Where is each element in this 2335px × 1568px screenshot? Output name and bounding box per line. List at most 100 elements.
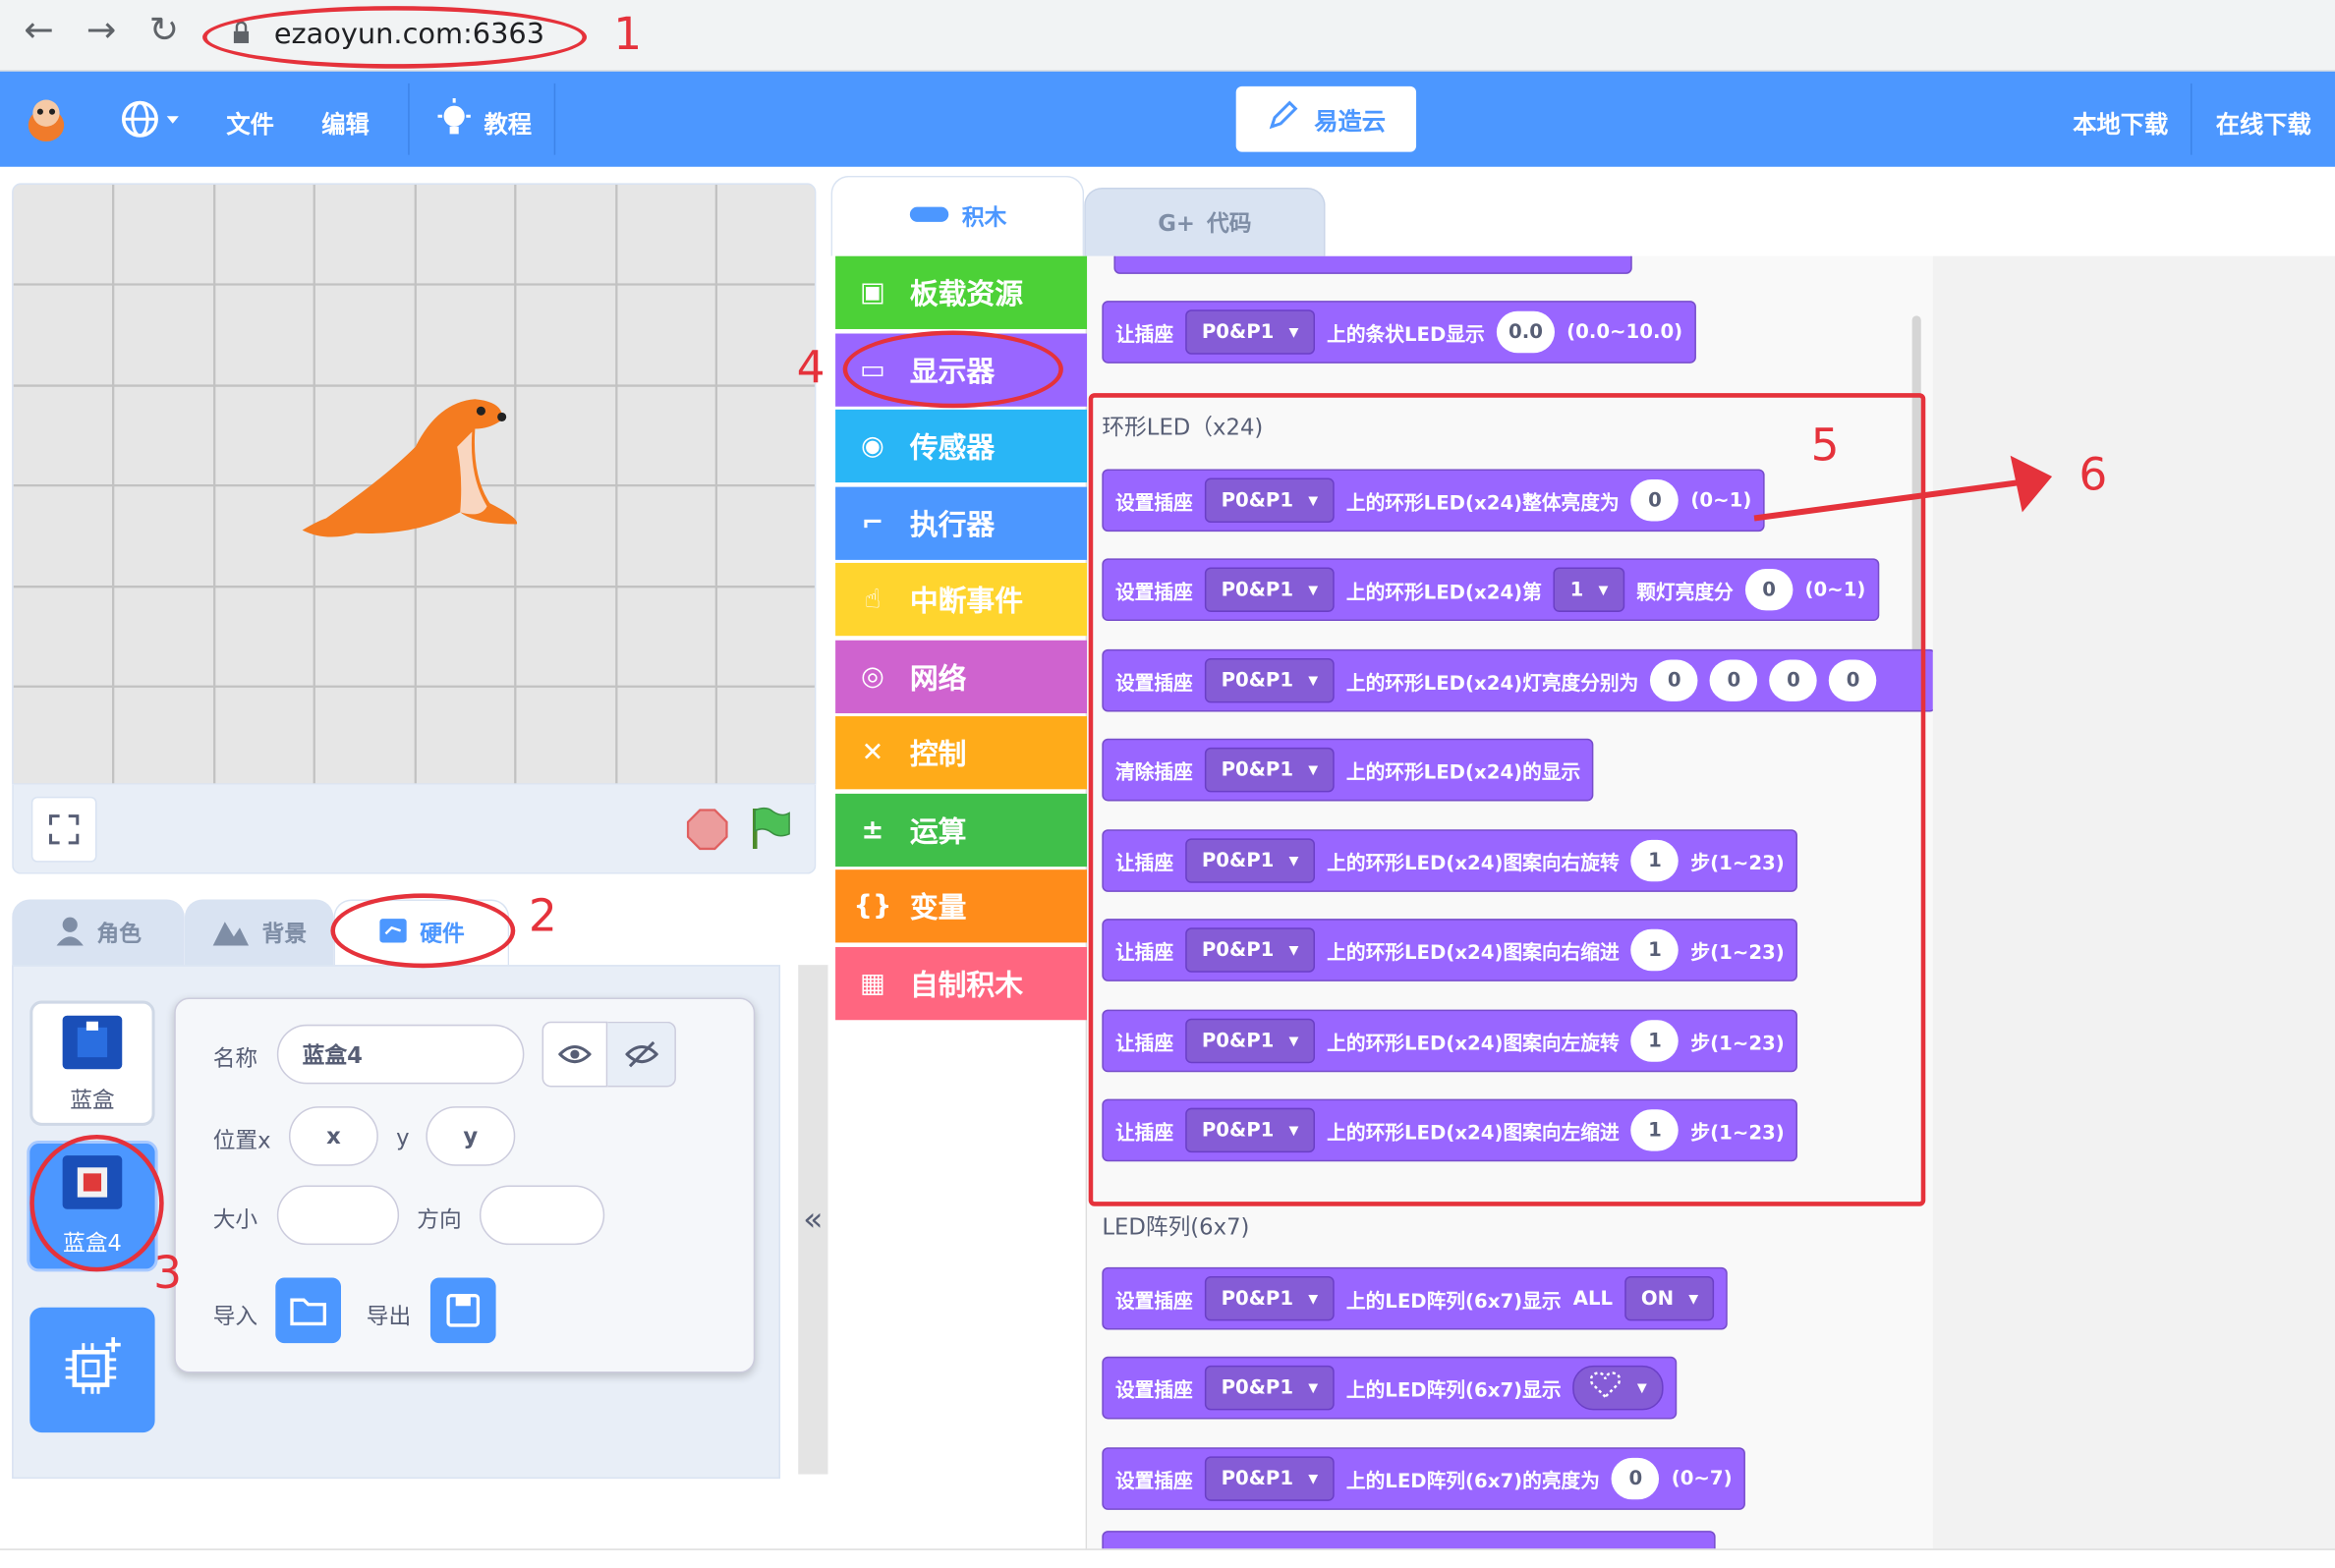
menu-file[interactable]: 文件 xyxy=(226,104,274,140)
reload-icon[interactable]: ↻ xyxy=(149,9,179,50)
block-text: 上的LED阵列(6x7)显示 xyxy=(1345,1290,1562,1314)
collapse-handle[interactable]: « xyxy=(798,965,828,1475)
tab-backdrops-label: 背景 xyxy=(261,920,308,947)
category-item[interactable]: ◉ 传感器 xyxy=(835,409,1088,483)
hide-eye-icon[interactable] xyxy=(607,1021,676,1088)
divider xyxy=(2191,83,2193,155)
value-input[interactable]: 0.0 xyxy=(1496,310,1556,354)
tab-sprites[interactable]: 角色 xyxy=(12,899,185,966)
menu-edit[interactable]: 编辑 xyxy=(321,104,370,140)
y-label: y xyxy=(396,1124,410,1151)
port-dropdown[interactable]: P0&P1 ▾ xyxy=(1185,309,1316,355)
state-value: ON xyxy=(1640,1287,1675,1311)
category-label: 自制积木 xyxy=(909,968,1024,1002)
category-label: 控制 xyxy=(909,738,967,772)
sprite-name: 蓝盒 xyxy=(70,1087,115,1114)
name-input[interactable]: 蓝盒4 xyxy=(276,1024,525,1085)
size-input[interactable] xyxy=(276,1185,400,1246)
direction-input[interactable] xyxy=(479,1185,605,1246)
block-text: 让插座 xyxy=(1114,323,1174,347)
dropdown-arrow-icon: ▾ xyxy=(1636,1376,1647,1400)
back-icon[interactable]: ← xyxy=(24,9,53,50)
block-text: 上的条状LED显示 xyxy=(1327,323,1485,347)
y-placeholder: y xyxy=(463,1122,479,1150)
category-label: 运算 xyxy=(909,814,967,849)
category-item[interactable]: ☝ 中断事件 xyxy=(835,562,1088,637)
name-value: 蓝盒4 xyxy=(302,1041,363,1069)
category-item[interactable]: ⌐ 执行器 xyxy=(835,485,1088,560)
local-download-button[interactable]: 本地下载 xyxy=(2073,104,2168,140)
port-dropdown[interactable]: P0&P1 ▾ xyxy=(1204,1456,1335,1501)
category-item[interactable]: {} 变量 xyxy=(835,869,1088,943)
category-item[interactable]: ▣ 板载资源 xyxy=(835,255,1088,329)
online-download-button[interactable]: 在线下载 xyxy=(2216,104,2311,140)
network-globe-icon: ◎ xyxy=(861,660,884,693)
x-input[interactable]: x xyxy=(288,1106,378,1166)
braces-icon: {} xyxy=(853,890,892,923)
port-dropdown[interactable]: P0&P1 ▾ xyxy=(1204,1275,1335,1321)
add-hardware-button[interactable] xyxy=(29,1307,155,1433)
stage-canvas[interactable] xyxy=(12,183,817,785)
seal-logo-icon[interactable] xyxy=(21,95,72,143)
direction-label: 方向 xyxy=(417,1205,462,1233)
block-matrix-brightness[interactable]: 设置插座 P0&P1 ▾ 上的LED阵列(6x7)的亮度为 0 (0~7) xyxy=(1102,1447,1746,1510)
brand-label: 易造云 xyxy=(1314,107,1386,136)
block-matrix-all[interactable]: 设置插座 P0&P1 ▾ 上的LED阵列(6x7)显示 ALL ON ▾ xyxy=(1102,1266,1729,1330)
heart-pattern-icon xyxy=(1589,1370,1622,1405)
category-item[interactable]: ± 运算 xyxy=(835,793,1088,867)
import-label: 导入 xyxy=(212,1303,258,1330)
dropdown-arrow-icon: ▾ xyxy=(1308,1467,1319,1490)
code-icon: G+ xyxy=(1158,208,1195,237)
pattern-dropdown[interactable]: ▾ xyxy=(1572,1365,1664,1411)
port-value: P0&P1 xyxy=(1221,1467,1294,1490)
block-bar-led[interactable]: 让插座 P0&P1 ▾ 上的条状LED显示 0.0 (0.0~10.0) xyxy=(1102,301,1696,364)
globe-language-icon[interactable] xyxy=(119,98,185,140)
category-item[interactable]: ◎ 网络 xyxy=(835,639,1088,713)
category-item[interactable]: ▦ 自制积木 xyxy=(835,946,1088,1020)
block-text: 上的LED阵列(6x7)的亮度为 xyxy=(1345,1470,1600,1493)
person-icon xyxy=(55,915,85,950)
range-text: (0.0~10.0) xyxy=(1566,320,1683,344)
show-eye-icon[interactable] xyxy=(541,1021,608,1088)
tab-code-label: 代码 xyxy=(1207,209,1252,237)
divider xyxy=(408,83,410,155)
pencil-icon xyxy=(1267,100,1299,139)
bottom-bar xyxy=(0,1548,2335,1568)
forward-icon[interactable]: → xyxy=(86,9,116,50)
position-x-label: 位置x xyxy=(212,1127,271,1154)
section-led-matrix: LED阵列(6x7) xyxy=(1102,1213,1250,1241)
fullscreen-icon[interactable] xyxy=(30,796,97,863)
stop-icon[interactable] xyxy=(686,809,728,851)
value-input[interactable]: 0 xyxy=(1612,1457,1660,1500)
sprite-card[interactable]: 蓝盒 xyxy=(29,1000,155,1126)
partial-block[interactable] xyxy=(1113,255,1632,274)
shuffle-icon: ✕ xyxy=(861,737,884,769)
seal-sprite[interactable] xyxy=(297,387,535,551)
tab-blocks[interactable]: 积木 xyxy=(830,175,1085,256)
app-header: 文件 编辑 教程 本地下载 在线下载 xyxy=(0,71,2335,167)
block-matrix-pattern[interactable]: 设置插座 P0&P1 ▾ 上的LED阵列(6x7)显示 ▾ xyxy=(1102,1356,1678,1420)
math-icon: ± xyxy=(861,813,884,846)
tab-code[interactable]: G+ 代码 xyxy=(1084,187,1326,256)
lightbulb-icon xyxy=(434,98,473,140)
y-input[interactable]: y xyxy=(426,1106,516,1166)
tab-backdrops[interactable]: 背景 xyxy=(184,899,334,966)
category-label: 执行器 xyxy=(909,508,996,541)
annotation-label: 1 xyxy=(613,9,643,62)
dropdown-arrow-icon: ▾ xyxy=(1288,320,1299,344)
port-dropdown[interactable]: P0&P1 ▾ xyxy=(1204,1365,1335,1411)
folder-icon[interactable] xyxy=(275,1277,342,1344)
custom-blocks-icon: ▦ xyxy=(860,967,885,999)
save-icon[interactable] xyxy=(429,1277,496,1344)
annotation-label: 4 xyxy=(796,342,826,395)
brand-button[interactable]: 易造云 xyxy=(1235,85,1417,152)
tab-sprites-label: 角色 xyxy=(96,920,142,947)
stage-controls xyxy=(12,784,817,874)
save-board-icon: ▣ xyxy=(860,276,885,308)
state-dropdown[interactable]: ON ▾ xyxy=(1624,1275,1715,1321)
green-flag-icon[interactable] xyxy=(749,806,790,850)
category-item[interactable]: ✕ 控制 xyxy=(835,716,1088,790)
category-label: 变量 xyxy=(909,891,967,925)
menu-tutorial[interactable]: 教程 xyxy=(484,104,532,140)
blocks-icon xyxy=(908,203,949,230)
